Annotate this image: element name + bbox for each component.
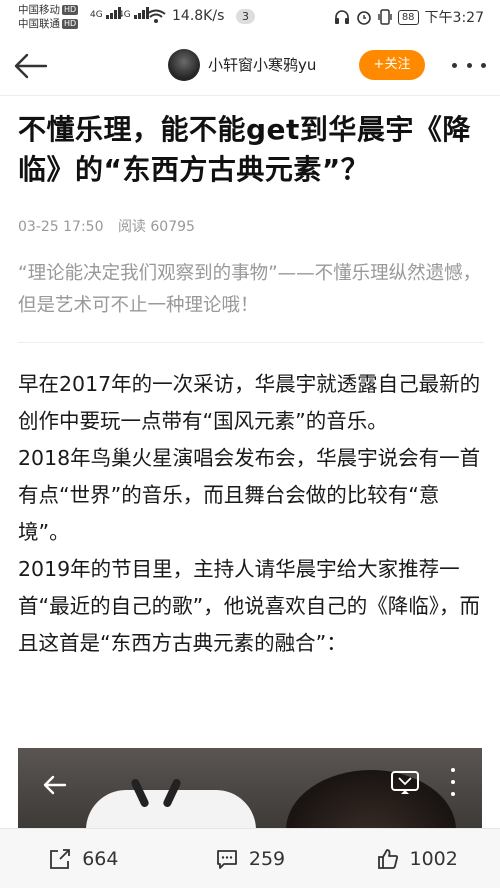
signal-2-label: 4G [118,10,131,20]
article-quote: “理论能决定我们观察到的事物”——不懂乐理纵然遗憾，但是艺术可不止一种理论哦！ [18,263,482,316]
paragraph: 2019年的节目里，主持人请华晨宇给大家推荐一首“最近的自己的歌”，他说喜欢自己… [18,557,480,655]
like-count: 1002 [409,847,458,870]
tv-cast-button[interactable] [390,768,420,796]
status-right: 88 下午3:27 [334,7,484,27]
signal-icon: 4G [118,7,150,20]
publish-date: 03-25 17:50 [18,219,104,235]
hd-badge: HD [62,5,79,15]
comment-button[interactable]: 259 [167,829,334,888]
video-player[interactable] [18,748,482,828]
author-name[interactable]: 小轩窗小寒鸦yu [208,54,316,75]
headphones-icon [334,10,349,24]
alarm-icon [357,11,371,25]
hd-badge: HD [62,19,79,29]
video-back-button[interactable] [40,770,70,800]
divider [18,342,484,343]
signal-icon: 4G [90,7,122,20]
thumbs-up-icon [377,848,398,869]
tv-cast-icon [391,771,419,794]
read-label: 阅读 [117,219,146,235]
comment-icon [216,849,237,869]
battery-icon: 88 [397,9,419,25]
clock: 下午3:27 [424,10,484,26]
status-bar: 中国移动 HD 中国联通 HD 4G 4G 14.8K/s 3 88 下午3:27 [0,0,500,34]
share-icon [50,848,71,869]
vibrate-icon [378,9,392,25]
more-dots-icon[interactable] [452,56,486,74]
author-avatar[interactable] [168,49,200,81]
article-body: 早在2017年的一次采访，华晨宇就透露自己最新的创作中要玩一点带有“国风元素”的… [18,366,488,662]
comment-count: 259 [248,847,286,870]
signal-1-label: 4G [90,10,103,20]
carrier-1-label: 中国移动 [18,4,60,16]
paragraph: 早在2017年的一次采访，华晨宇就透露自己最新的创作中要玩一点带有“国风元素”的… [18,372,481,433]
paragraph: 2018年鸟巢火星演唱会发布会，华晨宇说会有一首有点“世界”的音乐，而且舞台会做… [18,446,481,544]
share-count: 664 [82,847,119,870]
back-arrow-icon [43,775,67,795]
share-button[interactable]: 664 [0,829,167,888]
like-button[interactable]: 1002 [333,829,500,888]
read-count: 60795 [150,219,195,235]
bottom-action-bar: 664 259 1002 [0,828,500,888]
notification-count: 3 [236,9,255,24]
wifi-icon [146,9,166,23]
carrier-2-label: 中国联通 [18,18,60,30]
carrier-1: 中国移动 HD [18,4,79,16]
back-button[interactable] [10,46,50,86]
carrier-2: 中国联通 HD [18,18,79,30]
article-meta: 03-25 17:50 阅读 60795 [18,216,195,236]
article-title: 不懂乐理，能不能get到华晨宇《降临》的“东西方古典元素”？ [18,113,471,186]
follow-button[interactable]: +关注 [359,50,425,80]
back-arrow-icon [14,53,48,79]
video-more-icon[interactable] [446,768,460,796]
nav-bar: 小轩窗小寒鸦yu +关注 [0,34,500,96]
net-speed: 14.8K/s [172,8,225,24]
